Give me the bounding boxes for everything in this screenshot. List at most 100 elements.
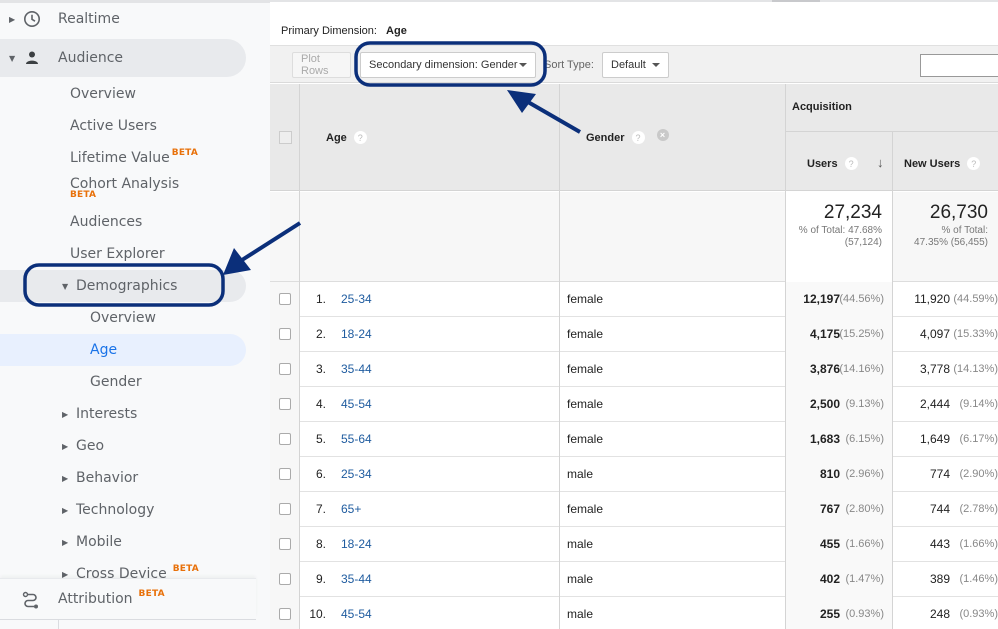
row-index-cell: 9. [270,562,326,597]
column-label: Gender [586,131,625,144]
sort-descending-icon[interactable]: ↓ [877,155,884,170]
sidebar-item-active-users[interactable]: Active Users [0,110,246,142]
help-icon[interactable]: ? [631,131,645,144]
users-value: 2,500 [809,397,840,411]
plot-rows-button[interactable]: Plot Rows [292,52,351,78]
row-index-cell: 5. [270,422,326,457]
gender-value: female [567,502,604,516]
secondary-dimension-dropdown[interactable]: Secondary dimension: Gender [360,52,536,78]
sidebar-item-technology[interactable]: ▶ Technology [0,494,246,526]
age-link[interactable]: 35-44 [341,362,372,376]
help-icon[interactable]: ? [967,157,981,170]
primary-dimension-label: Primary Dimension: [281,25,377,37]
age-link[interactable]: 25-34 [341,467,372,481]
sidebar-item-label: Audiences [70,214,143,230]
sidebar-item-audience-overview[interactable]: Overview [0,78,246,110]
sidebar-item-realtime[interactable]: ▶ Realtime [0,0,246,38]
gender-value: female [567,432,604,446]
new-users-percent: (9.14%) [959,398,998,410]
sidebar-item-audience[interactable]: ▼ Audience [0,39,246,77]
chevron-down-icon [519,63,527,67]
row-index-cell: 1. [270,282,326,317]
sidebar-item-geo[interactable]: ▶ Geo [0,430,246,462]
users-percent: (6.15%) [845,433,884,445]
sort-type-label: Sort Type: [544,59,594,71]
chevron-down-icon [652,63,660,67]
column-header-gender[interactable]: Gender ? × [586,128,669,144]
age-link[interactable]: 45-54 [341,397,372,411]
beta-badge: BETA [70,190,97,200]
column-divider [559,84,560,629]
age-link[interactable]: 55-64 [341,432,372,446]
sidebar-item-age[interactable]: Age [0,334,246,366]
sidebar-item-cohort-analysis[interactable]: Cohort Analysis BETA [0,170,246,206]
sidebar-nav: ▶ Realtime ▼ Audience Overview Active Us… [0,0,270,629]
tab-indicator [772,0,820,2]
age-link[interactable]: 25-34 [341,292,372,306]
sidebar-item-audiences[interactable]: Audiences [0,206,246,238]
sidebar-item-demographics[interactable]: ▼ Demographics [0,270,246,302]
users-value: 255 [819,607,840,621]
row-index-cell: 8. [270,527,326,562]
primary-dimension: Primary Dimension: Age [281,25,407,37]
new-users-value: 3,778 [919,362,950,376]
column-header-age[interactable]: Age ? [326,131,367,144]
divider [270,0,998,2]
age-link[interactable]: 18-24 [341,537,372,551]
sidebar-item-gender[interactable]: Gender [0,366,246,398]
sidebar-item-label: User Explorer [70,246,165,262]
sort-type-value: Default [611,59,646,71]
row-index: 1. [315,292,326,306]
total-new-users: 26,730 [929,202,988,223]
label-text: Lifetime Value [70,150,170,166]
help-icon[interactable]: ? [353,131,367,144]
secondary-dimension-value: Secondary dimension: Gender [369,59,518,71]
column-header-new-users[interactable]: New Users ? [904,157,981,170]
age-link[interactable]: 35-44 [341,572,372,586]
gender-value: female [567,397,604,411]
table-row: 6. 25-34 male 810 (2.96%) 774 (2.90%) [270,457,998,492]
table-search-input[interactable] [920,54,998,77]
help-icon[interactable]: ? [844,157,858,170]
sidebar-item-label: Age [90,342,118,358]
label-text: Attribution [58,591,133,607]
row-index: 7. [315,502,326,516]
sidebar-item-mobile[interactable]: ▶ Mobile [0,526,246,558]
column-label: Age [326,131,347,144]
sidebar-item-interests[interactable]: ▶ Interests [0,398,246,430]
caret-down-icon: ▼ [62,281,69,291]
row-index-cell: 4. [270,387,326,422]
users-percent: (2.96%) [845,468,884,480]
column-header-users[interactable]: Users ? [807,157,858,170]
new-users-percent: (44.59%) [953,293,998,305]
row-index: 9. [315,572,326,586]
remove-dimension-icon[interactable]: × [656,128,669,141]
sidebar-item-label: Overview [90,310,156,326]
sidebar-item-label: Mobile [76,534,122,550]
caret-right-icon: ▶ [62,473,69,483]
age-link[interactable]: 45-54 [341,607,372,621]
total-users-share: % of Total: 47.68% (57,124) [799,225,882,249]
select-all-checkbox[interactable] [279,131,292,144]
sidebar-item-label: Overview [70,86,136,102]
row-index: 8. [315,537,326,551]
sidebar-item-user-explorer[interactable]: User Explorer [0,238,246,270]
new-users-percent: (2.78%) [959,503,998,515]
caret-right-icon: ▶ [62,505,69,515]
sort-type-dropdown[interactable]: Default [602,52,669,78]
total-new-users-overall: 47.35% (56,455) [914,237,988,248]
new-users-percent: (2.90%) [959,468,998,480]
sidebar-item-behavior[interactable]: ▶ Behavior [0,462,246,494]
age-link[interactable]: 18-24 [341,327,372,341]
beta-badge: BETA [138,589,165,599]
clock-icon [22,9,42,29]
sidebar-item-attribution[interactable]: Attribution BETA [0,578,256,618]
sidebar-item-label: Gender [90,374,142,390]
age-link[interactable]: 65+ [341,502,361,516]
primary-dimension-value[interactable]: Age [386,25,407,37]
sidebar-item-label: Technology [76,502,155,518]
sidebar-item-demographics-overview[interactable]: Overview [0,302,246,334]
new-users-value: 11,920 [914,292,950,306]
divider [58,619,59,629]
person-icon [22,48,42,68]
